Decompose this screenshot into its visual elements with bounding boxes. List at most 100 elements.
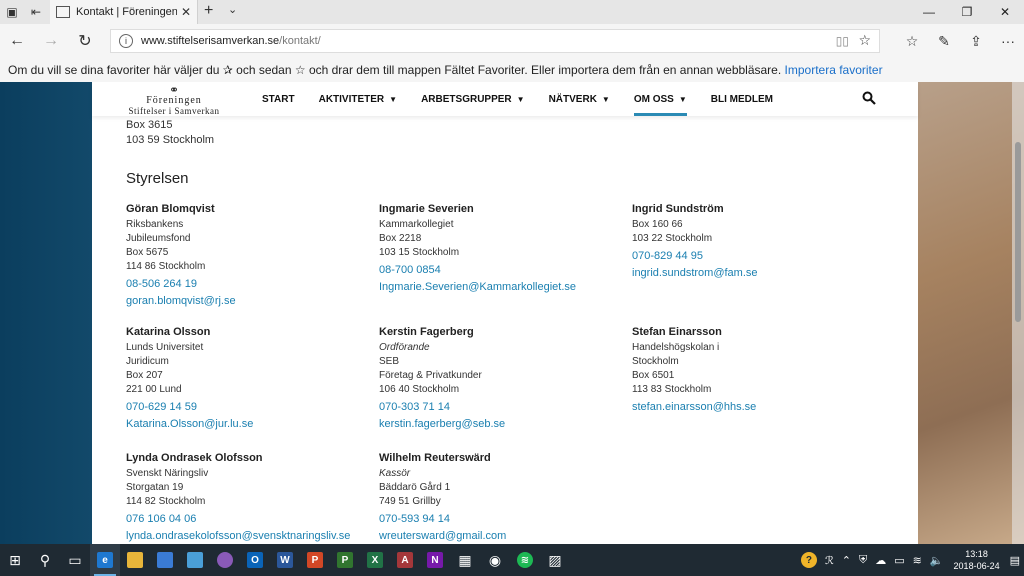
favorite-star-icon[interactable]: ☆ bbox=[858, 32, 871, 49]
menu-label: BLI MEDLEM bbox=[710, 93, 773, 105]
store-tile bbox=[157, 552, 173, 568]
system-tray: ? ℛ ⌃ ⛨ ☁ ▭ ≋ 🔈 13:18 2018-06-24 ▤ bbox=[797, 544, 1024, 576]
main-menu: START AKTIVITETER ▼ ARBETSGRUPPER ▼ NÄTVER… bbox=[250, 82, 785, 116]
people-icon[interactable]: ℛ bbox=[821, 554, 838, 567]
more-icon[interactable]: ··· bbox=[992, 24, 1024, 58]
camera-icon[interactable]: ◉ bbox=[480, 544, 510, 576]
restore-icon[interactable]: ❐ bbox=[948, 0, 986, 24]
close-tab-icon[interactable]: ✕ bbox=[181, 5, 191, 19]
info-icon[interactable]: i bbox=[119, 34, 133, 48]
menu-label: START bbox=[262, 93, 295, 105]
site-logo[interactable]: ⚭ Föreningen Stiftelser i Samverkan bbox=[114, 84, 234, 116]
clock[interactable]: 13:18 2018-06-24 bbox=[948, 548, 1006, 572]
security-icon[interactable]: ⛨ bbox=[855, 554, 871, 567]
favorites-hub-icon[interactable]: ☆ bbox=[896, 24, 928, 58]
member-phone[interactable]: 070-593 94 14 bbox=[379, 512, 619, 526]
member-name: Ingrid Sundström bbox=[632, 203, 724, 215]
chevron-down-icon: ▼ bbox=[601, 94, 610, 104]
minimize-icon[interactable]: — bbox=[910, 0, 948, 24]
member-email[interactable]: stefan.einarsson@hhs.se bbox=[632, 400, 872, 414]
logo-line2: Stiftelser i Samverkan bbox=[128, 106, 220, 116]
member-email[interactable]: ingrid.sundstrom@fam.se bbox=[632, 266, 872, 280]
member-phone[interactable]: 070-629 14 59 bbox=[126, 400, 366, 414]
outlook-icon[interactable]: O bbox=[240, 544, 270, 576]
member-email[interactable]: goran.blomqvist@rj.se bbox=[126, 294, 366, 308]
menu-item-om-oss[interactable]: OM OSS ▼ bbox=[622, 82, 699, 116]
chevron-down-icon[interactable]: ⌄ bbox=[228, 3, 237, 16]
calendar-icon[interactable]: ▦ bbox=[450, 544, 480, 576]
menu-item-bli-medlem[interactable]: BLI MEDLEM bbox=[699, 82, 785, 116]
photos-icon[interactable]: ▨ bbox=[540, 544, 570, 576]
member-phone[interactable]: 076 106 04 06 bbox=[126, 512, 386, 526]
notifications-icon[interactable]: ▤ bbox=[1006, 554, 1024, 567]
folder-tile bbox=[127, 552, 143, 568]
search-icon[interactable]: ⚲ bbox=[30, 544, 60, 576]
help-icon[interactable]: ? bbox=[797, 552, 821, 568]
import-favorites-link[interactable]: Importera favoriter bbox=[785, 63, 883, 77]
onenote-icon[interactable]: N bbox=[420, 544, 450, 576]
excel-icon[interactable]: X bbox=[360, 544, 390, 576]
chevron-up-icon[interactable]: ⌃ bbox=[838, 554, 855, 567]
content-area: ⚭ Föreningen Stiftelser i Samverkan STAR… bbox=[92, 82, 918, 544]
member-phone[interactable]: 070-829 44 95 bbox=[632, 249, 872, 263]
battery-icon[interactable]: ▭ bbox=[890, 554, 908, 567]
project-icon[interactable]: P bbox=[330, 544, 360, 576]
powerpoint-icon[interactable]: P bbox=[300, 544, 330, 576]
menu-item-start[interactable]: START bbox=[250, 82, 307, 116]
access-tile: A bbox=[397, 552, 413, 568]
member-email[interactable]: kerstin.fagerberg@seb.se bbox=[379, 417, 619, 431]
search-icon[interactable] bbox=[862, 91, 876, 105]
board-member: Wilhelm Reuterswärd Kassör Bäddarö Gård … bbox=[379, 451, 619, 543]
menu-item-natverk[interactable]: NÄTVERK ▼ bbox=[537, 82, 622, 116]
tab-kontakt[interactable]: Kontakt | Föreningen St ✕ bbox=[50, 0, 198, 24]
spotify-icon[interactable]: ≋ bbox=[510, 544, 540, 576]
file-explorer-icon[interactable] bbox=[120, 544, 150, 576]
member-line: Svenskt Näringsliv bbox=[126, 468, 209, 479]
url-host: www.stiftelserisamverkan.se bbox=[141, 35, 280, 47]
member-email[interactable]: Katarina.Olsson@jur.lu.se bbox=[126, 417, 366, 431]
menu-item-aktiviteter[interactable]: AKTIVITETER ▼ bbox=[307, 82, 409, 116]
tab-actions-icon[interactable]: ▣ bbox=[0, 0, 24, 24]
member-phone[interactable]: 08-506 264 19 bbox=[126, 277, 366, 291]
member-email[interactable]: Ingmarie.Severien@Kammarkollegiet.se bbox=[379, 280, 619, 294]
member-phone[interactable]: 08-700 0854 bbox=[379, 263, 619, 277]
refresh-icon[interactable]: ↻ bbox=[68, 24, 102, 58]
new-tab-icon[interactable]: + bbox=[204, 2, 213, 20]
edge-icon[interactable]: e bbox=[90, 544, 120, 576]
member-line: SEB bbox=[379, 356, 400, 367]
access-icon[interactable]: A bbox=[390, 544, 420, 576]
member-line: 114 82 Stockholm bbox=[126, 496, 206, 507]
browser-tools: ☆ ✎ ⇪ ··· bbox=[896, 24, 1024, 58]
address-bar[interactable]: i www.stiftelserisamverkan.se/kontakt/ ▯… bbox=[110, 29, 880, 53]
task-view-icon[interactable]: ▭ bbox=[60, 544, 90, 576]
set-aside-tabs-icon[interactable]: ⇤ bbox=[24, 0, 48, 24]
app-icon[interactable] bbox=[180, 544, 210, 576]
menu-item-arbetsgrupper[interactable]: ARBETSGRUPPER ▼ bbox=[409, 82, 537, 116]
address-line: 103 59 Stockholm bbox=[126, 134, 215, 146]
pen-icon[interactable]: ✎ bbox=[928, 24, 960, 58]
word-icon[interactable]: W bbox=[270, 544, 300, 576]
scrollbar[interactable] bbox=[1012, 82, 1024, 544]
url-text[interactable]: www.stiftelserisamverkan.se/kontakt/ bbox=[141, 35, 321, 47]
chevron-down-icon: ▼ bbox=[678, 94, 687, 104]
store-icon[interactable] bbox=[150, 544, 180, 576]
share-icon[interactable]: ⇪ bbox=[960, 24, 992, 58]
volume-icon[interactable]: 🔈 bbox=[926, 554, 948, 567]
excel-tile: X bbox=[367, 552, 383, 568]
member-email[interactable]: lynda.ondrasekolofsson@svensktnaringsliv… bbox=[126, 529, 386, 543]
reading-view-icon[interactable]: ▯▯ bbox=[836, 34, 849, 48]
address-line: Box 3615 bbox=[126, 119, 173, 131]
member-phone[interactable]: 070-303 71 14 bbox=[379, 400, 619, 414]
member-email[interactable]: wreutersward@gmail.com bbox=[379, 529, 619, 543]
wifi-icon[interactable]: ≋ bbox=[909, 554, 926, 567]
scrollbar-thumb[interactable] bbox=[1015, 142, 1021, 322]
back-icon[interactable]: ← bbox=[0, 24, 34, 58]
app-icon[interactable] bbox=[210, 544, 240, 576]
member-line: 113 83 Stockholm bbox=[632, 384, 712, 395]
close-window-icon[interactable]: ✕ bbox=[986, 0, 1024, 24]
forward-icon[interactable]: → bbox=[34, 24, 68, 58]
cloud-icon[interactable]: ☁ bbox=[871, 554, 890, 567]
start-icon[interactable]: ⊞ bbox=[0, 544, 30, 576]
member-line: Box 5675 bbox=[126, 247, 169, 258]
board-member: Ingmarie Severien Kammarkollegiet Box 22… bbox=[379, 202, 619, 294]
